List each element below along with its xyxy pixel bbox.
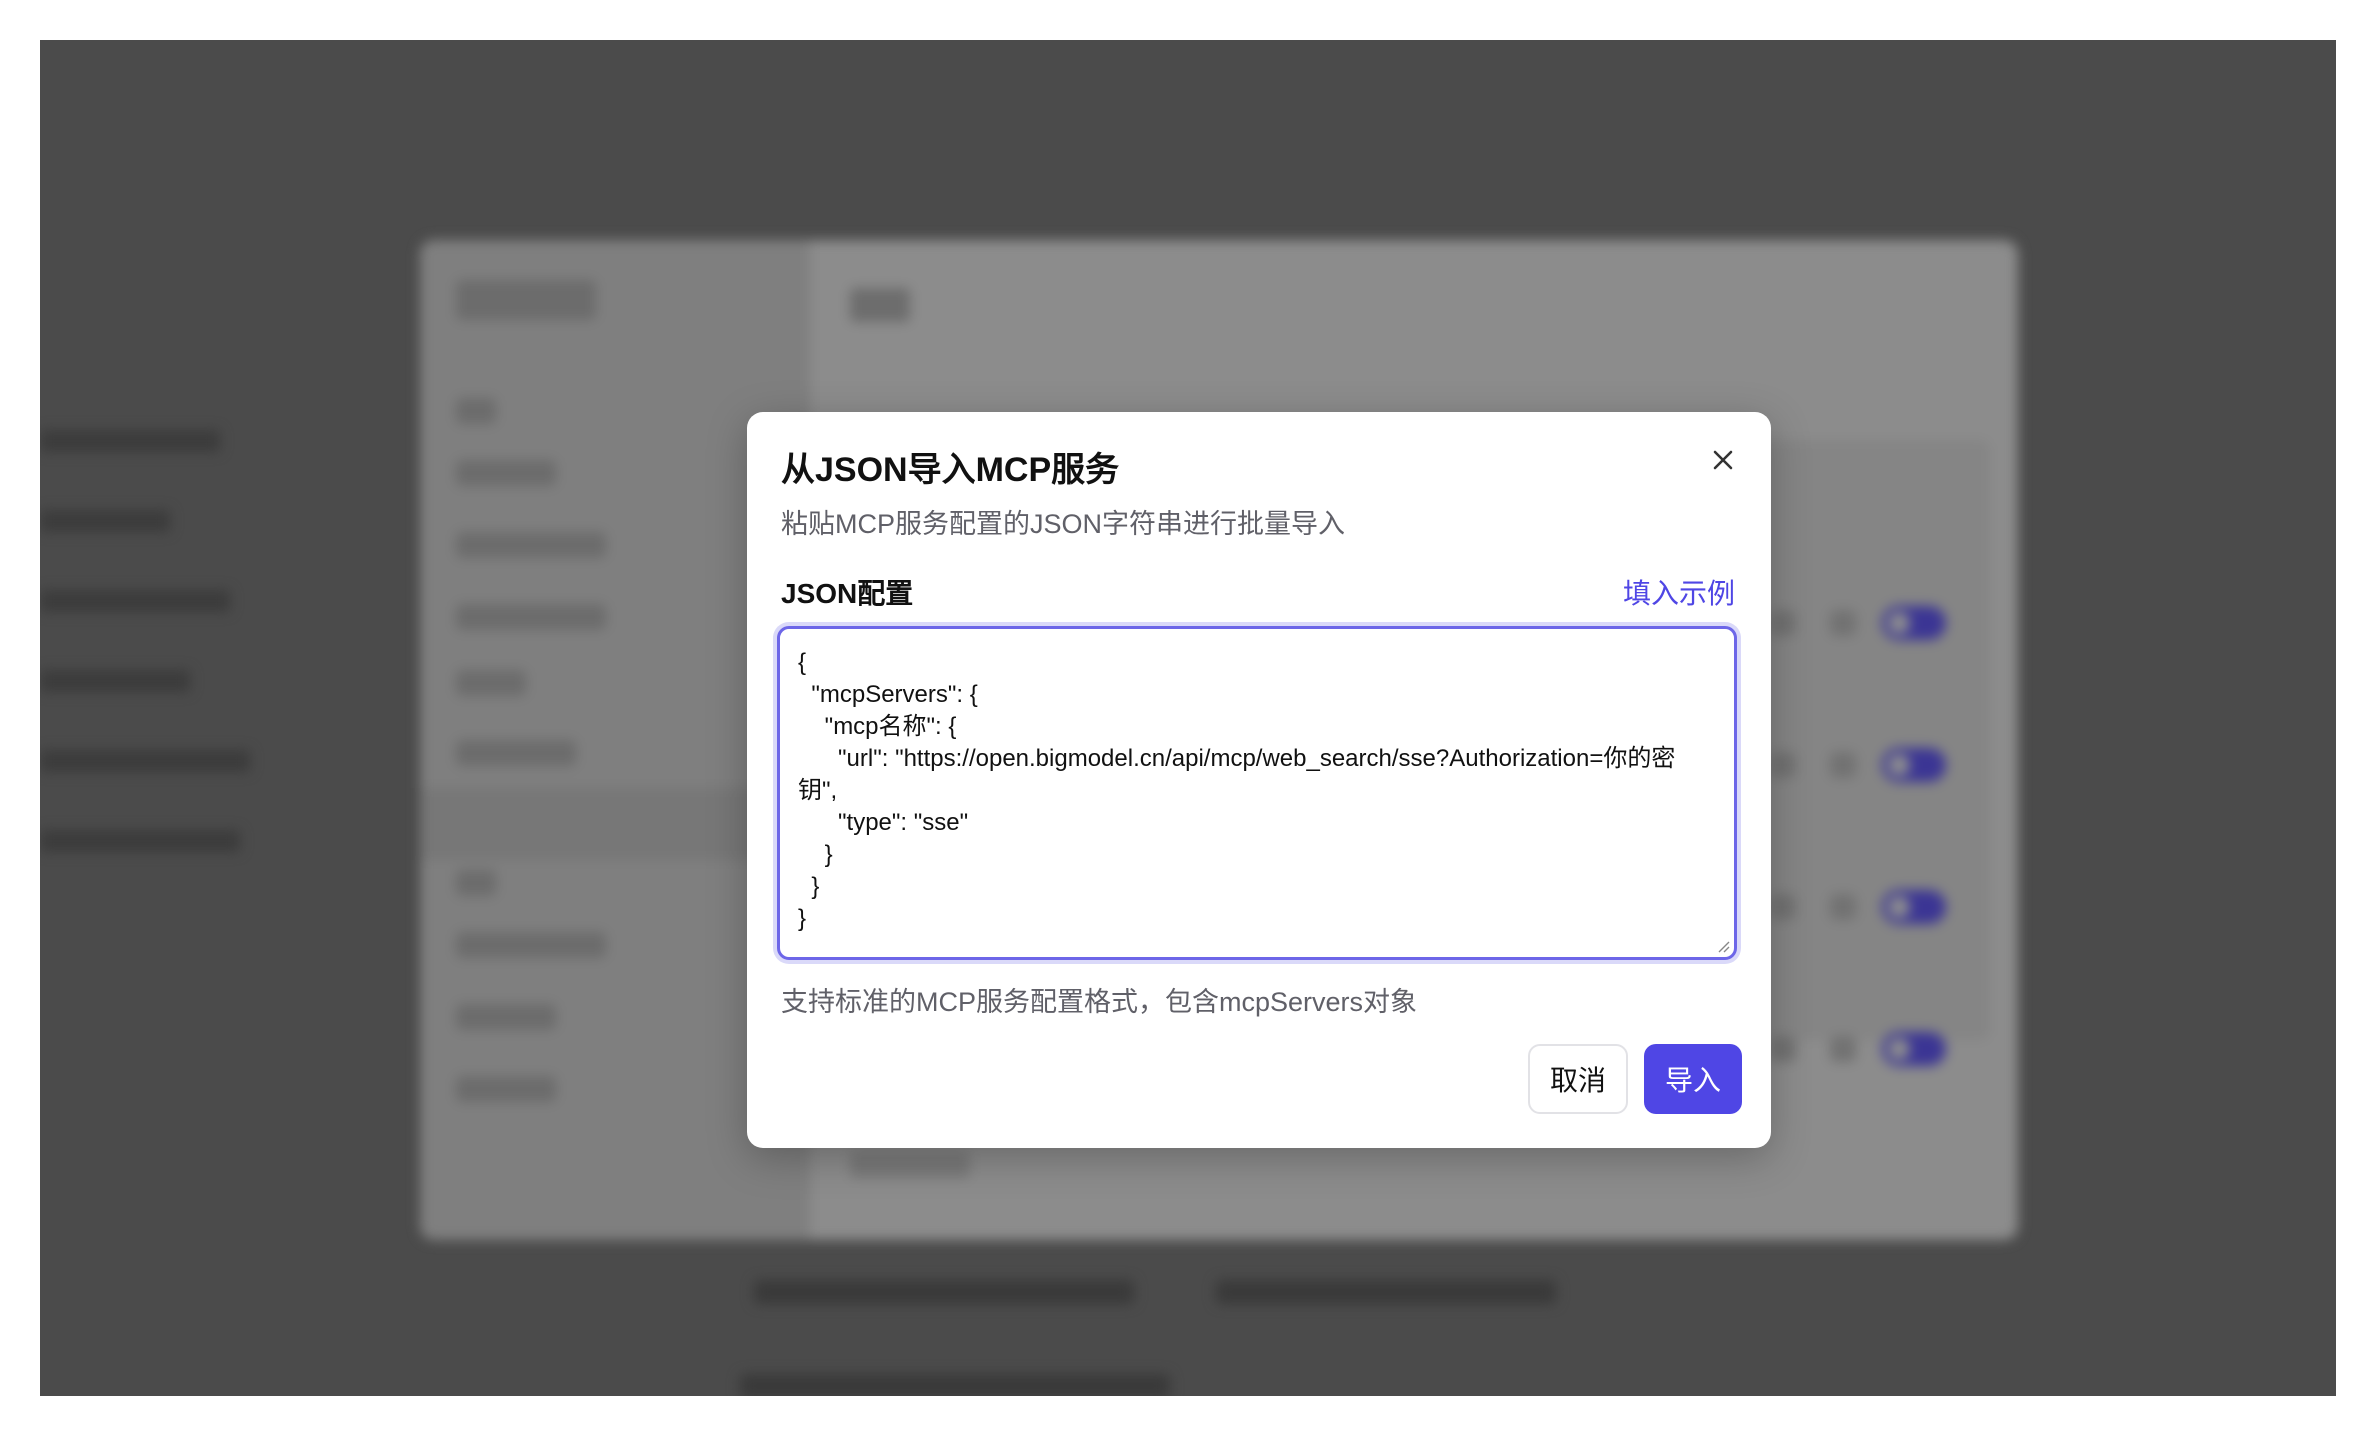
dialog-subtitle: 粘贴MCP服务配置的JSON字符串进行批量导入 bbox=[781, 509, 1346, 539]
resize-handle-icon[interactable] bbox=[1716, 939, 1730, 953]
background-toggle bbox=[1882, 606, 1946, 640]
background-row bbox=[456, 604, 606, 630]
background-list bbox=[40, 430, 300, 910]
background-icon bbox=[1830, 610, 1856, 636]
background-line bbox=[40, 590, 230, 612]
background-line bbox=[40, 670, 190, 692]
background-row bbox=[456, 670, 526, 696]
background-toggle bbox=[1882, 1032, 1946, 1066]
background-line bbox=[740, 1374, 1170, 1396]
json-format-hint: 支持标准的MCP服务配置格式，包含mcpServers对象 bbox=[781, 987, 1418, 1017]
background-icon bbox=[1770, 610, 1796, 636]
background-row bbox=[456, 932, 606, 958]
background-row bbox=[456, 1004, 556, 1030]
screen: 从JSON导入MCP服务 粘贴MCP服务配置的JSON字符串进行批量导入 JSO… bbox=[40, 40, 2336, 1396]
background-row bbox=[456, 740, 576, 766]
fill-example-link[interactable]: 填入示例 bbox=[1623, 572, 1735, 612]
background-header bbox=[850, 288, 910, 322]
background-icon bbox=[1770, 894, 1796, 920]
background-row bbox=[456, 870, 496, 896]
background-row bbox=[456, 460, 556, 486]
close-icon bbox=[1710, 447, 1736, 478]
background-row bbox=[850, 1152, 970, 1178]
background-line bbox=[40, 510, 170, 532]
background-toggle bbox=[1882, 890, 1946, 924]
background-icon bbox=[1770, 1036, 1796, 1062]
import-button[interactable]: 导入 bbox=[1644, 1044, 1742, 1114]
background-line bbox=[1216, 1280, 1556, 1304]
background-line bbox=[40, 430, 220, 452]
background-row bbox=[456, 1076, 556, 1102]
json-config-label: JSON配置 bbox=[781, 578, 914, 609]
background-row bbox=[456, 398, 496, 424]
background-row bbox=[456, 532, 606, 558]
background-icon bbox=[1830, 894, 1856, 920]
background-icon bbox=[1770, 752, 1796, 778]
import-json-dialog: 从JSON导入MCP服务 粘贴MCP服务配置的JSON字符串进行批量导入 JSO… bbox=[747, 412, 1771, 1148]
cancel-button[interactable]: 取消 bbox=[1528, 1044, 1628, 1114]
background-line bbox=[40, 750, 250, 772]
background-icon bbox=[1830, 1036, 1856, 1062]
background-line bbox=[40, 830, 240, 852]
background-toggle bbox=[1882, 748, 1946, 782]
background-icon bbox=[1830, 752, 1856, 778]
background-row bbox=[456, 280, 596, 320]
close-button[interactable] bbox=[1705, 444, 1741, 480]
background-line bbox=[754, 1280, 1134, 1304]
json-config-textarea[interactable]: { "mcpServers": { "mcp名称": { "url": "htt… bbox=[777, 626, 1737, 960]
json-config-value[interactable]: { "mcpServers": { "mcp名称": { "url": "htt… bbox=[798, 647, 1710, 935]
dialog-title: 从JSON导入MCP服务 bbox=[781, 451, 1120, 489]
